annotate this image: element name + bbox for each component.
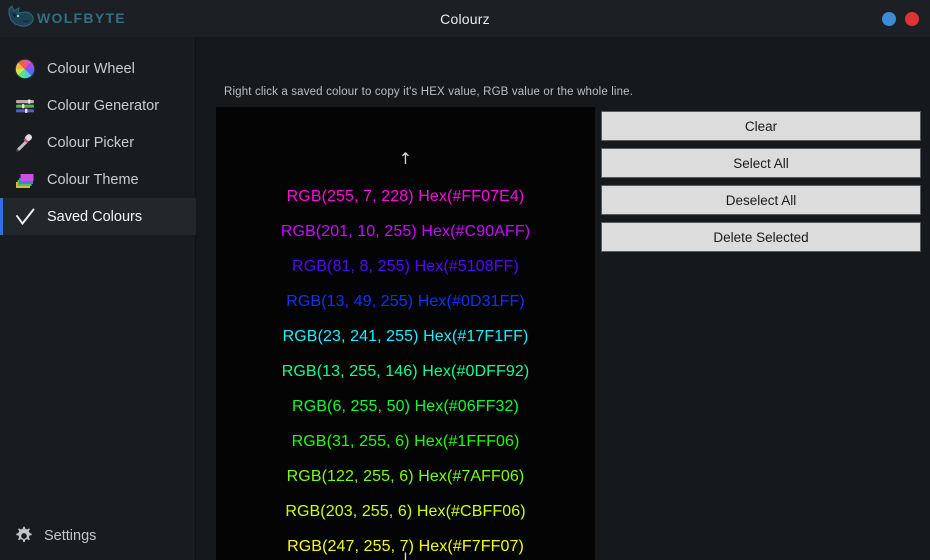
saved-colour-row[interactable]: RGB(122, 255, 6) Hex(#7AFF06) — [216, 459, 595, 494]
sidebar-nav: Colour Wheel Colour Generator Colour Picke… — [0, 50, 196, 235]
app-window: WOLFBYTE Colourz Colour Wheel Colour Gene… — [0, 0, 930, 560]
deselect-all-button[interactable]: Deselect All — [601, 185, 921, 215]
sidebar-item-saved-colours[interactable]: Saved Colours — [0, 198, 196, 235]
sidebar-item-label: Saved Colours — [47, 208, 143, 225]
saved-colour-row[interactable]: RGB(6, 255, 50) Hex(#06FF32) — [216, 389, 595, 424]
saved-colour-row[interactable]: RGB(203, 255, 6) Hex(#CBFF06) — [216, 494, 595, 529]
saved-colour-row[interactable]: RGB(201, 10, 255) Hex(#C90AFF) — [216, 214, 595, 249]
active-accent-bar — [0, 124, 3, 161]
main-content: Right click a saved colour to copy it's … — [196, 37, 930, 560]
window-title: Colourz — [440, 10, 490, 27]
sidebar-item-label: Colour Theme — [47, 171, 139, 188]
saved-colour-row[interactable]: RGB(31, 255, 6) Hex(#1FFF06) — [216, 424, 595, 459]
gear-icon — [16, 526, 32, 542]
swatch-stack-icon — [16, 173, 34, 188]
saved-colour-row[interactable]: RGB(13, 255, 146) Hex(#0DFF92) — [216, 354, 595, 389]
sidebar-item-colour-generator[interactable]: Colour Generator — [0, 87, 196, 124]
active-accent-bar — [0, 161, 3, 198]
eyedropper-icon — [16, 133, 33, 151]
window-controls — [882, 0, 919, 37]
sidebar: Colour Wheel Colour Generator Colour Picke… — [0, 37, 196, 560]
minimize-button[interactable] — [882, 11, 896, 26]
saved-colours-list: RGB(255, 7, 228) Hex(#FF07E4) RGB(201, 10… — [216, 179, 595, 560]
delete-selected-button[interactable]: Delete Selected — [601, 222, 921, 252]
sidebar-item-colour-theme[interactable]: Colour Theme — [0, 161, 196, 198]
saved-colours-panel: ↑ RGB(255, 7, 228) Hex(#FF07E4) RGB(201, … — [216, 107, 595, 560]
title-bar: WOLFBYTE Colourz — [0, 0, 930, 37]
sidebar-item-label: Colour Wheel — [47, 60, 135, 77]
saved-colour-row[interactable]: RGB(23, 241, 255) Hex(#17F1FF) — [216, 319, 595, 354]
saved-colour-row[interactable]: RGB(81, 8, 255) Hex(#5108FF) — [216, 249, 595, 284]
copy-hint-text: Right click a saved colour to copy it's … — [224, 86, 634, 98]
sidebar-item-settings-label: Settings — [44, 528, 97, 544]
active-accent-bar — [0, 50, 3, 87]
action-buttons: Clear Select All Deselect All Delete Select… — [601, 111, 921, 259]
scroll-up-arrow[interactable]: ↑ — [216, 151, 595, 167]
active-accent-bar — [0, 87, 3, 124]
sidebar-item-colour-picker[interactable]: Colour Picker — [0, 124, 196, 161]
colour-wheel-icon — [14, 58, 36, 79]
close-button[interactable] — [905, 11, 919, 26]
sidebar-item-settings[interactable]: Settings — [14, 526, 96, 546]
sidebar-item-label: Colour Generator — [47, 97, 160, 114]
sidebar-item-label: Colour Picker — [47, 134, 135, 151]
clear-button[interactable]: Clear — [601, 111, 921, 141]
scroll-down-arrow[interactable]: ↓ — [216, 551, 595, 560]
saved-colour-row[interactable]: RGB(13, 49, 255) Hex(#0D31FF) — [216, 284, 595, 319]
select-all-button[interactable]: Select All — [601, 148, 921, 178]
active-accent-bar — [0, 198, 3, 235]
sidebar-item-colour-wheel[interactable]: Colour Wheel — [0, 50, 196, 87]
saved-colour-row[interactable]: RGB(255, 7, 228) Hex(#FF07E4) — [216, 179, 595, 214]
checkmark-icon — [16, 208, 35, 225]
sliders-icon — [16, 98, 34, 113]
